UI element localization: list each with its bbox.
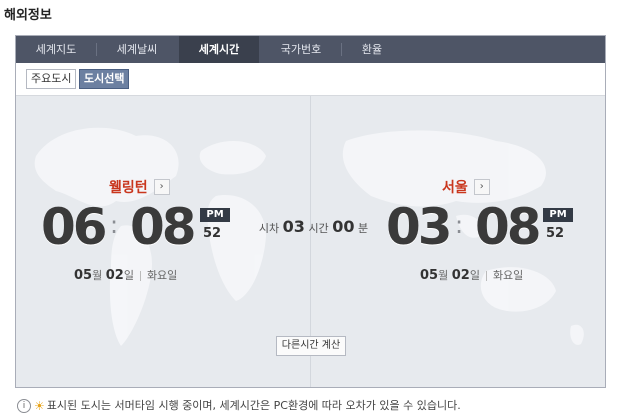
select-city-button[interactable]: 도시선택 (79, 69, 130, 89)
right-minute: 08 (475, 198, 542, 256)
right-weekday: 화요일 (492, 269, 524, 282)
left-hour: 06 (41, 198, 108, 256)
tab-exchange-rate[interactable]: 환율 (342, 36, 402, 63)
chevron-right-icon[interactable]: › (153, 178, 170, 195)
tab-world-time[interactable]: 세계시간 (179, 36, 259, 63)
page-title: 해외정보 (4, 8, 52, 23)
right-date: 05월 02일 화요일 (420, 267, 523, 283)
date-divider (485, 271, 487, 281)
left-city-name[interactable]: 웰링턴 (109, 177, 148, 197)
day-unit: 일 (469, 269, 480, 282)
diff-minutes: 00 (332, 217, 355, 236)
left-month: 05 (74, 268, 93, 283)
time-colon: : (110, 211, 119, 239)
footer-note: i ☀ 표시된 도시는 서머타임 시행 중이며, 세계시간은 PC환경에 따라 오차… (17, 397, 461, 413)
right-city-header: 서울 › (442, 176, 490, 197)
tab-country-code[interactable]: 국가번호 (261, 36, 341, 63)
left-minute: 08 (130, 198, 197, 256)
sun-icon: ☀ (34, 399, 45, 413)
right-seconds: 52 (546, 226, 565, 241)
right-day: 02 (451, 268, 470, 283)
info-icon: i (17, 399, 31, 413)
month-unit: 월 (438, 269, 449, 282)
diff-hours: 03 (282, 217, 305, 236)
left-ampm-badge: PM (200, 208, 230, 222)
left-city-clock: 06 : 08 PM 52 (41, 199, 231, 259)
diff-prefix: 시차 (258, 222, 280, 235)
tab-bar: 세계지도 세계날씨 세계시간 국가번호 환율 (16, 36, 605, 63)
world-info-panel: 세계지도 세계날씨 세계시간 국가번호 환율 주요도시 도시선택 웰링턴 › 0… (15, 35, 606, 388)
major-cities-button[interactable]: 주요도시 (26, 69, 77, 89)
month-unit: 월 (92, 269, 103, 282)
time-difference: 시차 03 시간 00 분 (257, 217, 370, 236)
diff-minutes-unit: 분 (357, 222, 369, 235)
subtab-bar: 주요도시 도시선택 (16, 63, 605, 96)
diff-hours-unit: 시간 (308, 222, 329, 235)
world-clock-area: 웰링턴 › 06 : 08 PM 52 05월 02일 화요일 시차 03 시간 0… (16, 96, 605, 387)
right-city-clock: 03 : 08 PM 52 (386, 199, 586, 259)
left-day: 02 (105, 268, 124, 283)
right-hour: 03 (386, 198, 453, 256)
right-city-name[interactable]: 서울 (442, 177, 468, 197)
tab-world-map[interactable]: 세계지도 (16, 36, 96, 63)
tab-world-weather[interactable]: 세계날씨 (97, 36, 177, 63)
footer-text: 표시된 도시는 서머타임 시행 중이며, 세계시간은 PC환경에 따라 오차가 … (46, 399, 461, 412)
chevron-right-icon[interactable]: › (473, 178, 490, 195)
calculate-other-time-button[interactable]: 다른시간 계산 (276, 336, 346, 356)
left-seconds: 52 (203, 226, 222, 241)
left-city-header: 웰링턴 › (109, 176, 170, 197)
date-divider (139, 271, 141, 281)
left-date: 05월 02일 화요일 (74, 267, 177, 283)
day-unit: 일 (123, 269, 134, 282)
time-colon: : (455, 211, 464, 239)
right-month: 05 (420, 268, 439, 283)
right-ampm-badge: PM (543, 208, 573, 222)
left-weekday: 화요일 (146, 269, 178, 282)
